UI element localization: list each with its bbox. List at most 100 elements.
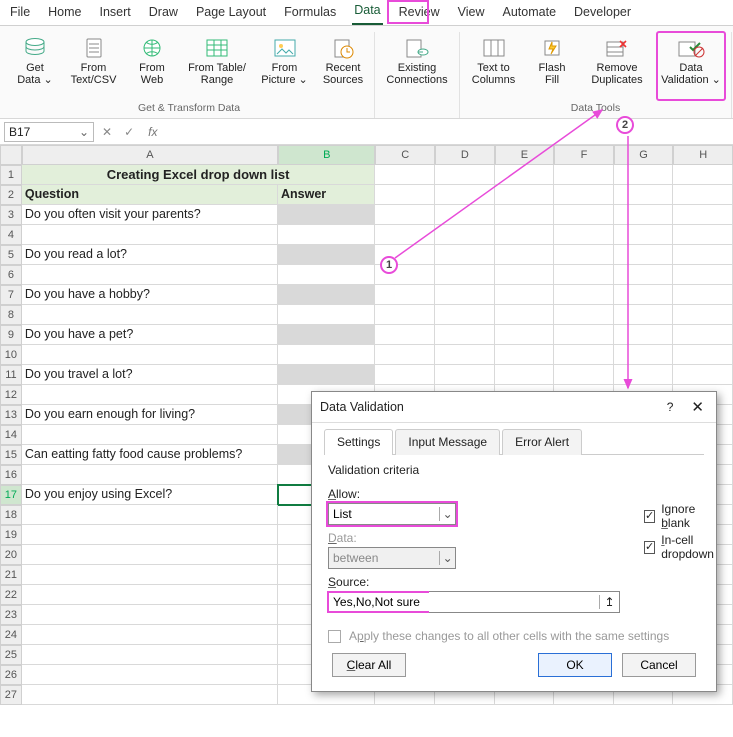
cell[interactable] xyxy=(375,165,435,185)
cell[interactable] xyxy=(554,325,614,345)
from-picture-button[interactable]: From Picture ⌄ xyxy=(257,32,312,100)
cancel-formula-icon[interactable]: ✕ xyxy=(98,125,116,139)
cell[interactable] xyxy=(614,265,674,285)
cell[interactable] xyxy=(375,205,435,225)
cell[interactable] xyxy=(435,305,495,325)
cell[interactable] xyxy=(375,365,435,385)
cell[interactable] xyxy=(375,225,435,245)
menu-page-layout[interactable]: Page Layout xyxy=(194,1,268,25)
from-csv-button[interactable]: From Text/CSV xyxy=(66,32,121,100)
existing-connections-button[interactable]: Existing Connections xyxy=(381,32,453,100)
cell[interactable] xyxy=(554,365,614,385)
cell-A8[interactable] xyxy=(22,305,278,325)
cell-A13[interactable]: Do you earn enough for living? xyxy=(22,405,278,425)
row-header[interactable]: 27 xyxy=(0,685,22,705)
select-all-corner[interactable] xyxy=(0,145,22,165)
cell[interactable] xyxy=(22,505,278,525)
row-header[interactable]: 24 xyxy=(0,625,22,645)
cell[interactable] xyxy=(495,285,555,305)
cell-B4[interactable] xyxy=(278,225,375,245)
menu-insert[interactable]: Insert xyxy=(98,1,133,25)
cell[interactable] xyxy=(554,285,614,305)
cell-B9[interactable] xyxy=(278,325,375,345)
cell[interactable] xyxy=(614,345,674,365)
row-header[interactable]: 10 xyxy=(0,345,22,365)
cell[interactable] xyxy=(614,165,674,185)
text-to-columns-button[interactable]: Text to Columns xyxy=(466,32,521,100)
cell[interactable] xyxy=(673,325,733,345)
row-header[interactable]: 25 xyxy=(0,645,22,665)
menu-draw[interactable]: Draw xyxy=(147,1,180,25)
cell[interactable] xyxy=(22,605,278,625)
cell[interactable] xyxy=(554,225,614,245)
source-input-rest[interactable] xyxy=(427,593,599,611)
cell[interactable] xyxy=(22,585,278,605)
menu-file[interactable]: File xyxy=(8,1,32,25)
cell-A5[interactable]: Do you read a lot? xyxy=(22,245,278,265)
row-header[interactable]: 23 xyxy=(0,605,22,625)
row-header[interactable]: 4 xyxy=(0,225,22,245)
cell[interactable] xyxy=(375,245,435,265)
row-header[interactable]: 26 xyxy=(0,665,22,685)
cell[interactable] xyxy=(375,285,435,305)
row-header[interactable]: 13 xyxy=(0,405,22,425)
source-input[interactable] xyxy=(329,593,427,611)
cell-B2[interactable]: Answer xyxy=(278,185,375,205)
row-header[interactable]: 17 xyxy=(0,485,22,505)
cell-B5[interactable] xyxy=(278,245,375,265)
cell[interactable] xyxy=(554,305,614,325)
cell[interactable] xyxy=(22,665,278,685)
row-header[interactable]: 15 xyxy=(0,445,22,465)
row-header[interactable]: 14 xyxy=(0,425,22,445)
row-header[interactable]: 16 xyxy=(0,465,22,485)
menu-home[interactable]: Home xyxy=(46,1,83,25)
cell[interactable] xyxy=(673,205,733,225)
fx-icon[interactable]: fx xyxy=(148,125,157,139)
cell[interactable] xyxy=(375,325,435,345)
cell-A14[interactable] xyxy=(22,425,278,445)
row-header[interactable]: 2 xyxy=(0,185,22,205)
row-header[interactable]: 11 xyxy=(0,365,22,385)
row-header[interactable]: 6 xyxy=(0,265,22,285)
cell[interactable] xyxy=(435,185,495,205)
cell[interactable] xyxy=(495,245,555,265)
tab-error-alert[interactable]: Error Alert xyxy=(502,429,582,455)
cell[interactable] xyxy=(614,285,674,305)
cell-A16[interactable] xyxy=(22,465,278,485)
cell[interactable] xyxy=(673,245,733,265)
menu-data[interactable]: Data xyxy=(352,0,382,25)
cell-A9[interactable]: Do you have a pet? xyxy=(22,325,278,345)
data-validation-button[interactable]: Data Validation ⌄ xyxy=(657,32,725,100)
cancel-button[interactable]: Cancel xyxy=(622,653,696,677)
cell-A4[interactable] xyxy=(22,225,278,245)
row-header[interactable]: 21 xyxy=(0,565,22,585)
col-header-F[interactable]: F xyxy=(554,145,614,165)
cell[interactable] xyxy=(673,365,733,385)
cell[interactable] xyxy=(22,525,278,545)
cell[interactable] xyxy=(673,345,733,365)
col-header-B[interactable]: B xyxy=(278,145,375,165)
cell[interactable] xyxy=(435,365,495,385)
name-box[interactable]: B17 ⌄ xyxy=(4,122,94,142)
cell[interactable] xyxy=(375,345,435,365)
cell-B10[interactable] xyxy=(278,345,375,365)
cell[interactable] xyxy=(435,165,495,185)
cell-A3[interactable]: Do you often visit your parents? xyxy=(22,205,278,225)
cell[interactable] xyxy=(495,365,555,385)
cell[interactable] xyxy=(673,305,733,325)
get-data-button[interactable]: Get Data ⌄ xyxy=(10,32,60,100)
row-header[interactable]: 18 xyxy=(0,505,22,525)
cell[interactable] xyxy=(435,225,495,245)
cell[interactable] xyxy=(673,265,733,285)
menu-view[interactable]: View xyxy=(456,1,487,25)
incell-dropdown-checkbox[interactable]: ✓In-cell dropdown xyxy=(644,533,716,561)
col-header-H[interactable]: H xyxy=(673,145,733,165)
cell-B6[interactable] xyxy=(278,265,375,285)
cell[interactable] xyxy=(673,225,733,245)
cell-B3[interactable] xyxy=(278,205,375,225)
allow-combo[interactable]: ⌄ xyxy=(328,503,456,525)
cell[interactable] xyxy=(375,185,435,205)
cell[interactable] xyxy=(614,305,674,325)
from-table-button[interactable]: From Table/ Range xyxy=(183,32,251,100)
cell[interactable] xyxy=(22,685,278,705)
